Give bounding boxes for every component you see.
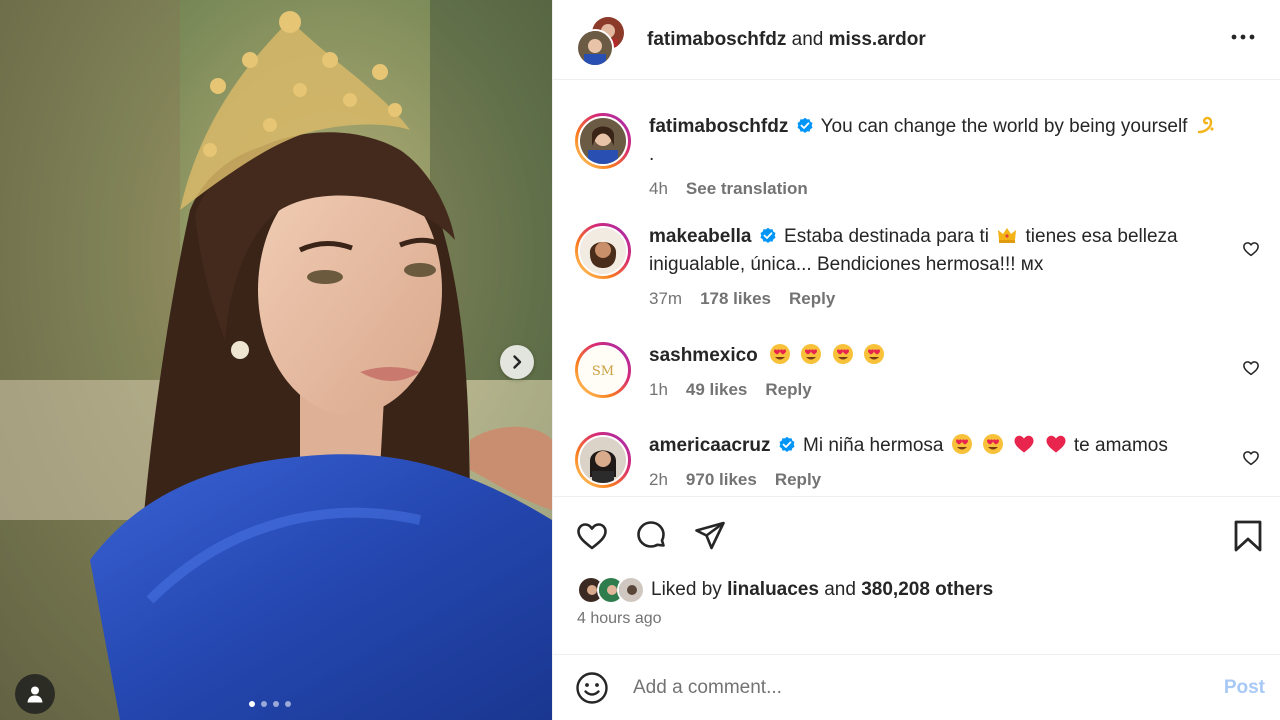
post-details: fatimaboschfdz and miss.ardor fatimabosc… — [552, 0, 1280, 720]
comment-time[interactable]: 4h — [649, 175, 668, 203]
dizzy-emoji-icon — [1197, 116, 1214, 134]
heart-icon[interactable] — [1242, 359, 1260, 377]
ellipsis-icon — [1231, 34, 1255, 40]
comment-time[interactable]: 37m — [649, 285, 682, 313]
liked-by-user-link[interactable]: linaluaces — [727, 579, 819, 601]
chevron-right-icon — [513, 355, 522, 369]
avatar[interactable]: SM — [575, 342, 631, 398]
comment-text: Mi niña hermosa — [803, 435, 944, 456]
comment-item: makeabella Estaba destinada para ti tien… — [575, 223, 1280, 313]
comment-username[interactable]: sashmexico — [649, 345, 758, 366]
comment-item: americaacruz Mi niña hermosa te amamos 2… — [575, 432, 1280, 494]
avatar[interactable] — [575, 432, 631, 488]
red-heart-emoji-icon — [1046, 435, 1066, 453]
heart-icon[interactable] — [1242, 240, 1260, 258]
tagged-users-button[interactable] — [15, 674, 55, 714]
user-icon — [27, 686, 43, 703]
more-options-button[interactable] — [1228, 22, 1258, 52]
post-media — [0, 0, 552, 720]
emoji-smile-icon[interactable] — [575, 671, 609, 705]
slide-indicator — [249, 701, 291, 707]
heart-eyes-emoji-icon — [983, 434, 1004, 454]
reply-button[interactable]: Reply — [765, 376, 811, 404]
crown-emoji-icon — [998, 228, 1017, 243]
comment-body: americaacruz Mi niña hermosa te amamos 2… — [649, 432, 1228, 494]
post-actions — [553, 496, 1280, 574]
avatar[interactable] — [575, 223, 631, 279]
comment-text: Estaba destinada para ti — [784, 226, 989, 247]
slide-dot — [261, 701, 267, 707]
avatar — [617, 576, 645, 604]
avatar[interactable] — [575, 113, 631, 169]
red-heart-emoji-icon — [1014, 435, 1034, 453]
comment-time[interactable]: 1h — [649, 376, 668, 404]
slide-dot — [249, 701, 255, 707]
comment-time[interactable]: 2h — [649, 466, 668, 494]
next-slide-button[interactable] — [500, 345, 534, 379]
heart-icon[interactable] — [1242, 449, 1260, 467]
avatar — [576, 28, 614, 67]
reply-button[interactable]: Reply — [789, 285, 835, 313]
likes-count-link[interactable]: 380,208 others — [861, 579, 993, 601]
reply-button[interactable]: Reply — [775, 466, 821, 494]
comment-input[interactable] — [633, 676, 1193, 699]
post-timestamp[interactable]: 4 hours ago — [577, 610, 1280, 628]
comment-likes[interactable]: 178 likes — [700, 285, 771, 313]
svg-text:SM: SM — [592, 364, 614, 379]
header-usernames: fatimaboschfdz and miss.ardor — [647, 29, 926, 51]
post-dialog: fatimaboschfdz and miss.ardor fatimabosc… — [0, 0, 1280, 720]
comment-bubble-icon[interactable] — [634, 519, 668, 553]
comment-meta: 1h 49 likes Reply — [649, 376, 887, 404]
comment-meta: 37m 178 likes Reply — [649, 285, 1209, 313]
slide-dot — [273, 701, 279, 707]
comment-item: SM sashmexico 1h 49 likes Reply — [575, 342, 1280, 404]
heart-eyes-emoji-icon — [863, 344, 884, 364]
heart-eyes-emoji-icon — [770, 344, 791, 364]
slide-dot — [285, 701, 291, 707]
share-paper-plane-icon[interactable] — [693, 519, 727, 553]
caption: fatimaboschfdz You can change the world … — [575, 113, 1280, 203]
heart-eyes-emoji-icon — [832, 344, 853, 364]
comment-likes[interactable]: 970 likes — [686, 466, 757, 494]
comment-username[interactable]: fatimaboschfdz — [649, 116, 788, 137]
comment-likes[interactable]: 49 likes — [686, 376, 747, 404]
comment-body: sashmexico 1h 49 likes Reply — [649, 342, 947, 404]
header-connector: and — [791, 28, 824, 50]
comment-username[interactable]: americaacruz — [649, 435, 770, 456]
post-comment-button[interactable]: Post — [1224, 677, 1265, 699]
liked-by-and: and — [824, 579, 856, 600]
caption-text: You can change the world by being yourse… — [820, 116, 1188, 137]
like-heart-icon[interactable] — [575, 519, 609, 553]
see-translation-button[interactable]: See translation — [686, 175, 808, 203]
heart-eyes-emoji-icon — [951, 434, 972, 454]
caption-meta: 4h See translation — [649, 175, 1220, 203]
caption-trailing: . — [649, 144, 655, 165]
comment-meta: 2h 970 likes Reply — [649, 466, 1168, 494]
verified-badge-icon — [779, 436, 795, 452]
header-user-link[interactable]: fatimaboschfdz — [647, 29, 786, 50]
collab-avatars[interactable] — [576, 14, 628, 67]
liked-by-prefix: Liked by — [651, 579, 722, 600]
post-photo — [0, 0, 552, 720]
heart-eyes-emoji-icon — [801, 344, 822, 364]
add-comment-bar: Post — [553, 654, 1280, 720]
caption-body: fatimaboschfdz You can change the world … — [649, 113, 1280, 203]
verified-badge-icon — [797, 117, 813, 133]
post-header: fatimaboschfdz and miss.ardor — [553, 0, 1280, 80]
liker-avatars[interactable] — [577, 576, 645, 604]
verified-badge-icon — [760, 227, 776, 243]
comment-body: makeabella Estaba destinada para ti tien… — [649, 223, 1269, 313]
comment-username[interactable]: makeabella — [649, 226, 751, 247]
save-bookmark-icon[interactable] — [1232, 519, 1264, 553]
likes-section: Liked by linaluaces and 380,208 others 4… — [553, 574, 1280, 654]
header-user-link[interactable]: miss.ardor — [829, 29, 926, 50]
comment-text: te amamos — [1073, 435, 1168, 456]
comments-list: fatimaboschfdz You can change the world … — [553, 80, 1280, 496]
